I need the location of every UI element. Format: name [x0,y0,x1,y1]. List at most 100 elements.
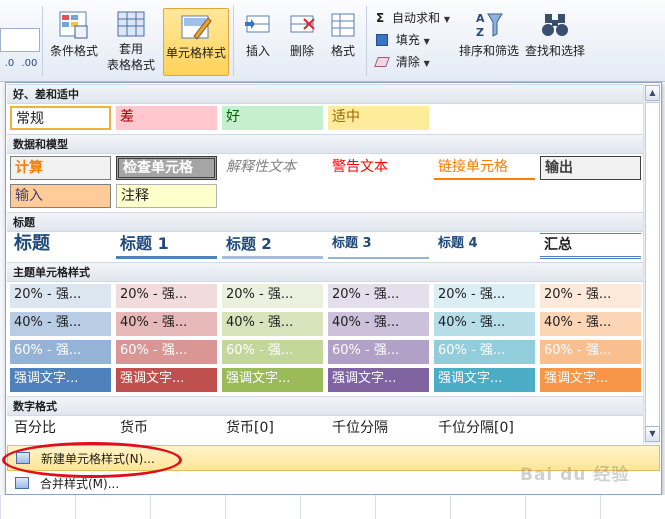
style-percent[interactable]: 百分比 [10,417,111,441]
theme-style-accent-60-4[interactable]: 60% - 强... [328,340,429,364]
cell-styles-icon [181,15,212,40]
theme-style-accent-100-2[interactable]: 强调文字... [116,368,217,392]
style-input[interactable]: 输入 [10,184,111,208]
ribbon-separator [42,6,43,76]
theme-style-accent-40-3[interactable]: 40% - 强... [222,312,323,336]
table-format-label-2: 表格格式 [106,58,155,72]
format-button[interactable]: 格式 [326,10,360,59]
theme-style-accent-60-6[interactable]: 60% - 强... [540,340,641,364]
style-heading-1[interactable]: 标题 1 [116,233,217,259]
theme-style-accent-40-1[interactable]: 40% - 强... [10,312,111,336]
sort-filter-button[interactable]: A Z 排序和筛选 [458,10,520,59]
table-format-label-1: 套用 [118,42,143,56]
cell-styles-label: 单元格样式 [165,46,226,60]
new-style-icon [16,452,30,464]
fill-button[interactable]: 填充 ▼ [376,30,430,50]
style-currency-0[interactable]: 货币[0] [222,417,323,441]
style-bad[interactable]: 差 [116,106,217,130]
theme-style-accent-60-2[interactable]: 60% - 强... [116,340,217,364]
chevron-down-icon: ▼ [443,15,451,24]
format-as-table-button[interactable]: 套用 表格格式 [104,10,158,73]
chevron-down-icon: ▼ [423,37,430,46]
style-total[interactable]: 汇总 [540,233,641,259]
decrease-decimal-label[interactable]: .00 [21,58,37,69]
theme-style-accent-20-5[interactable]: 20% - 强... [434,284,535,308]
section-data-model: 数据和模型 [7,134,645,154]
merge-styles-icon [15,477,29,489]
number-format-box[interactable] [0,28,40,52]
format-cells-icon [331,13,355,37]
style-good[interactable]: 好 [222,106,323,130]
style-calculation[interactable]: 计算 [10,156,111,180]
worksheet-grid [0,495,665,519]
style-output[interactable]: 输出 [540,156,641,180]
delete-button[interactable]: 删除 [284,10,320,59]
delete-label: 删除 [289,44,314,58]
style-currency[interactable]: 货币 [116,417,217,441]
fill-down-icon [376,34,388,46]
theme-style-accent-40-4[interactable]: 40% - 强... [328,312,429,336]
theme-style-accent-20-4[interactable]: 20% - 强... [328,284,429,308]
style-explanatory[interactable]: 解释性文本 [222,156,323,180]
style-neutral[interactable]: 适中 [328,106,429,130]
autosum-button[interactable]: Σ 自动求和 ▼ [376,8,450,28]
chevron-down-icon: ▼ [423,59,430,68]
merge-styles-label: 合并样式(M)... [40,477,120,491]
sort-filter-icon: A Z [476,12,503,39]
section-titles: 标题 [7,212,645,232]
sort-filter-label: 排序和筛选 [458,44,519,58]
theme-style-accent-100-4[interactable]: 强调文字... [328,368,429,392]
style-check-cell[interactable]: 检查单元格 [116,156,217,180]
svg-text:A: A [476,12,485,25]
theme-style-accent-100-3[interactable]: 强调文字... [222,368,323,392]
autosum-label: 自动求和 [392,11,441,25]
increase-decimal-label[interactable]: .0 [5,58,15,69]
conditional-format-label: 条件格式 [49,44,98,58]
cell-styles-gallery: 好、差和适中 常规 差 好 适中 数据和模型 计算 检查单元格 解释性文本 警告… [5,82,662,495]
scroll-up-button[interactable]: ▲ [645,85,660,101]
conditional-format-icon [59,11,88,39]
theme-style-accent-40-6[interactable]: 40% - 强... [540,312,641,336]
insert-button[interactable]: 插入 [240,10,276,59]
theme-style-accent-20-2[interactable]: 20% - 强... [116,284,217,308]
conditional-format-button[interactable]: 条件格式 [45,10,103,59]
theme-style-accent-20-6[interactable]: 20% - 强... [540,284,641,308]
style-comma[interactable]: 千位分隔 [328,417,429,441]
clear-label: 清除 [395,55,420,69]
theme-style-accent-100-6[interactable]: 强调文字... [540,368,641,392]
style-linked-cell[interactable]: 链接单元格 [434,156,535,180]
theme-style-accent-60-5[interactable]: 60% - 强... [434,340,535,364]
theme-style-accent-20-3[interactable]: 20% - 强... [222,284,323,308]
section-theme-cell-styles: 主题单元格样式 [7,262,645,282]
theme-style-accent-60-1[interactable]: 60% - 强... [10,340,111,364]
find-select-label: 查找和选择 [524,44,585,58]
theme-style-accent-40-5[interactable]: 40% - 强... [434,312,535,336]
style-warning[interactable]: 警告文本 [328,156,429,180]
new-cell-style-label: 新建单元格样式(N)... [41,452,155,466]
find-select-button[interactable]: 查找和选择 [524,10,586,59]
binoculars-icon [542,14,568,36]
home-ribbon: .0 .00 条件格式 套用 表格格式 单元格样式 插入 删除 格式 Σ 自动求… [0,0,665,82]
ribbon-separator [366,6,367,76]
clear-button[interactable]: 清除 ▼ [374,52,430,72]
table-format-icon [117,11,145,37]
theme-style-accent-100-5[interactable]: 强调文字... [434,368,535,392]
style-title[interactable]: 标题 [10,233,111,259]
style-note[interactable]: 注释 [116,184,217,208]
gallery-scrollbar[interactable]: ▲ ▼ [643,84,660,444]
theme-style-accent-20-1[interactable]: 20% - 强... [10,284,111,308]
decimal-buttons[interactable]: .0 .00 [2,56,40,72]
section-good-bad-neutral: 好、差和适中 [7,84,645,104]
style-normal[interactable]: 常规 [10,106,111,130]
format-label: 格式 [330,44,355,58]
scroll-down-button[interactable]: ▼ [645,426,660,442]
style-heading-3[interactable]: 标题 3 [328,233,429,259]
scroll-thumb[interactable] [645,102,660,428]
theme-style-accent-100-1[interactable]: 强调文字... [10,368,111,392]
theme-style-accent-40-2[interactable]: 40% - 强... [116,312,217,336]
cell-styles-button[interactable]: 单元格样式 [163,8,229,76]
style-comma-0[interactable]: 千位分隔[0] [434,417,535,441]
theme-style-accent-60-3[interactable]: 60% - 强... [222,340,323,364]
style-heading-4[interactable]: 标题 4 [434,233,535,259]
style-heading-2[interactable]: 标题 2 [222,233,323,259]
